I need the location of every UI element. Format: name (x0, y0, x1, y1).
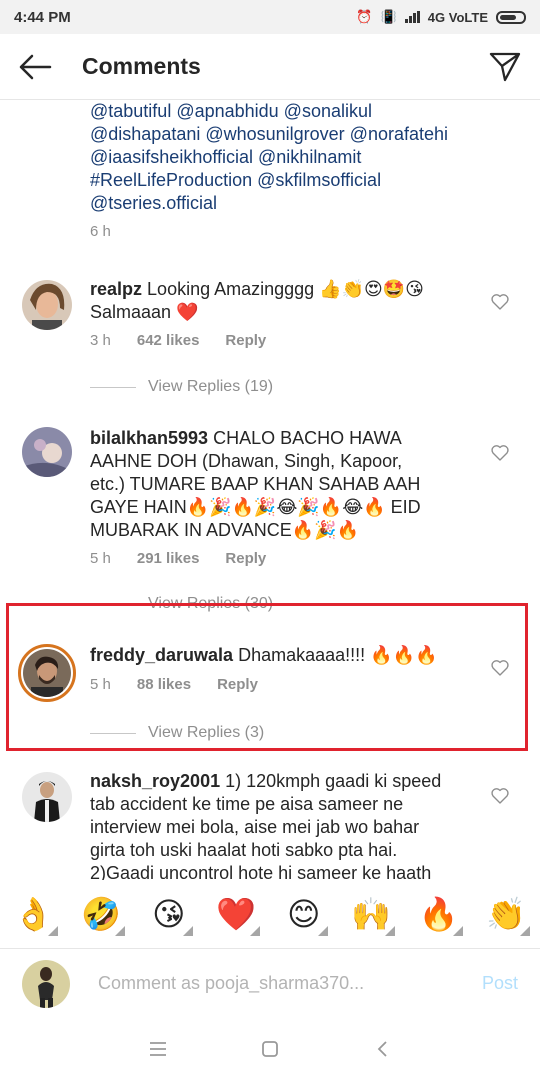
comment-meta: 5 h 88 likes Reply (90, 676, 284, 693)
caption-mentions[interactable]: @tabutiful @apnabhidu @sonalikul (90, 100, 500, 123)
back-chevron-icon (377, 1041, 387, 1057)
heart-emoji-button[interactable]: ❤️ (210, 894, 262, 936)
reply-button[interactable]: Reply (225, 332, 266, 349)
comment-input[interactable]: Comment as pooja_sharma370... (98, 973, 482, 994)
comment-text: realpz Looking Amazingggg 👍👏😍🤩😘 Salmaaan… (90, 279, 424, 322)
reply-button[interactable]: Reply (217, 676, 258, 693)
post-button[interactable]: Post (482, 973, 518, 994)
back-arrow-icon (19, 54, 52, 79)
app-header: Comments (0, 34, 540, 100)
battery-icon (496, 10, 526, 24)
vibrate-icon: 📳 (380, 9, 397, 24)
view-replies-link[interactable]: View Replies (3) (90, 724, 264, 742)
caption-timestamp: 6 h (90, 223, 111, 240)
likes-count[interactable]: 642 likes (137, 332, 200, 349)
comment-text: bilalkhan5993 CHALO BACHO HAWA AAHNE DOH… (90, 428, 421, 540)
ok-hand-emoji-button[interactable]: 👌 (8, 894, 60, 936)
kiss-emoji-button[interactable]: 😘 (143, 894, 195, 936)
signal-icon (404, 11, 420, 23)
comment-time: 3 h (90, 332, 111, 349)
system-nav-bar (0, 1018, 540, 1080)
avatar[interactable] (22, 772, 72, 822)
likes-count[interactable]: 88 likes (137, 676, 191, 693)
likes-count[interactable]: 291 likes (137, 550, 200, 567)
comment-time: 5 h (90, 676, 111, 693)
caption-mentions[interactable]: @dishapatani @whosunilgrover @norafatehi (90, 123, 500, 146)
rofl-emoji-button[interactable]: 🤣 (75, 894, 127, 936)
comment-username[interactable]: realpz (90, 279, 142, 299)
view-replies-link[interactable]: View Replies (30) (90, 595, 273, 613)
network-label: 4G VoLTE (427, 9, 488, 25)
page-title: Comments (82, 53, 201, 79)
comment-composer: Comment as pooja_sharma370... Post (0, 948, 540, 1018)
raised-hands-emoji-button[interactable]: 🙌 (345, 894, 397, 936)
share-button[interactable] (470, 34, 540, 100)
home-square-icon (262, 1041, 278, 1057)
like-heart-icon[interactable] (490, 658, 510, 678)
divider (90, 386, 136, 388)
avatar[interactable] (22, 427, 72, 477)
caption-mentions[interactable]: @iaasifsheikhofficial @nikhilnamit (90, 146, 500, 169)
reply-button[interactable]: Reply (225, 550, 266, 567)
comment-text: freddy_daruwala Dhamakaaaa!!!! 🔥🔥🔥 (90, 645, 438, 665)
avatar[interactable] (22, 280, 72, 330)
smile-emoji-button[interactable]: 😊 (278, 894, 330, 936)
comment-text: naksh_roy2001 1) 120kmph gaadi ki speed … (90, 771, 442, 880)
caption-mentions[interactable]: #ReelLifeProduction @skfilmsofficial (90, 169, 500, 192)
caption-mentions[interactable]: @tseries.official (90, 192, 500, 215)
comment-meta: 3 h 642 likes Reply (90, 332, 292, 349)
divider (90, 732, 136, 734)
back-button[interactable] (0, 34, 70, 100)
like-heart-icon[interactable] (490, 786, 510, 806)
divider (90, 603, 136, 605)
comments-feed[interactable]: @tabutiful @apnabhidu @sonalikul @dishap… (0, 100, 540, 880)
avatar (22, 959, 70, 1008)
comment-meta: 5 h 291 likes Reply (90, 550, 292, 567)
comment-username[interactable]: freddy_daruwala (90, 645, 233, 665)
emoji-quick-bar: 👌 🤣 😘 ❤️ 😊 🙌 🔥 👏 (0, 880, 540, 948)
menu-nav-button[interactable] (147, 1038, 169, 1060)
comment-time: 5 h (90, 550, 111, 567)
comment-item: freddy_daruwala Dhamakaaaa!!!! 🔥🔥🔥 5 h 8… (0, 640, 540, 752)
clap-emoji-button[interactable]: 👏 (480, 894, 532, 936)
alarm-icon: ⏰ (356, 9, 373, 24)
avatar[interactable] (18, 644, 76, 702)
post-caption: @tabutiful @apnabhidu @sonalikul @dishap… (90, 100, 500, 240)
status-time: 4:44 PM (14, 8, 71, 26)
back-nav-button[interactable] (371, 1038, 393, 1060)
comment-username[interactable]: bilalkhan5993 (90, 428, 208, 448)
direct-send-icon (489, 52, 521, 81)
like-heart-icon[interactable] (490, 292, 510, 312)
comment-username[interactable]: naksh_roy2001 (90, 771, 220, 791)
status-bar: 4:44 PM ⏰ 📳 4G VoLTE (0, 0, 540, 34)
home-nav-button[interactable] (259, 1038, 281, 1060)
view-replies-link[interactable]: View Replies (19) (90, 378, 273, 396)
menu-icon (150, 1042, 166, 1056)
like-heart-icon[interactable] (490, 443, 510, 463)
status-icons: ⏰ 📳 4G VoLTE (356, 9, 526, 25)
fire-emoji-button[interactable]: 🔥 (413, 894, 465, 936)
